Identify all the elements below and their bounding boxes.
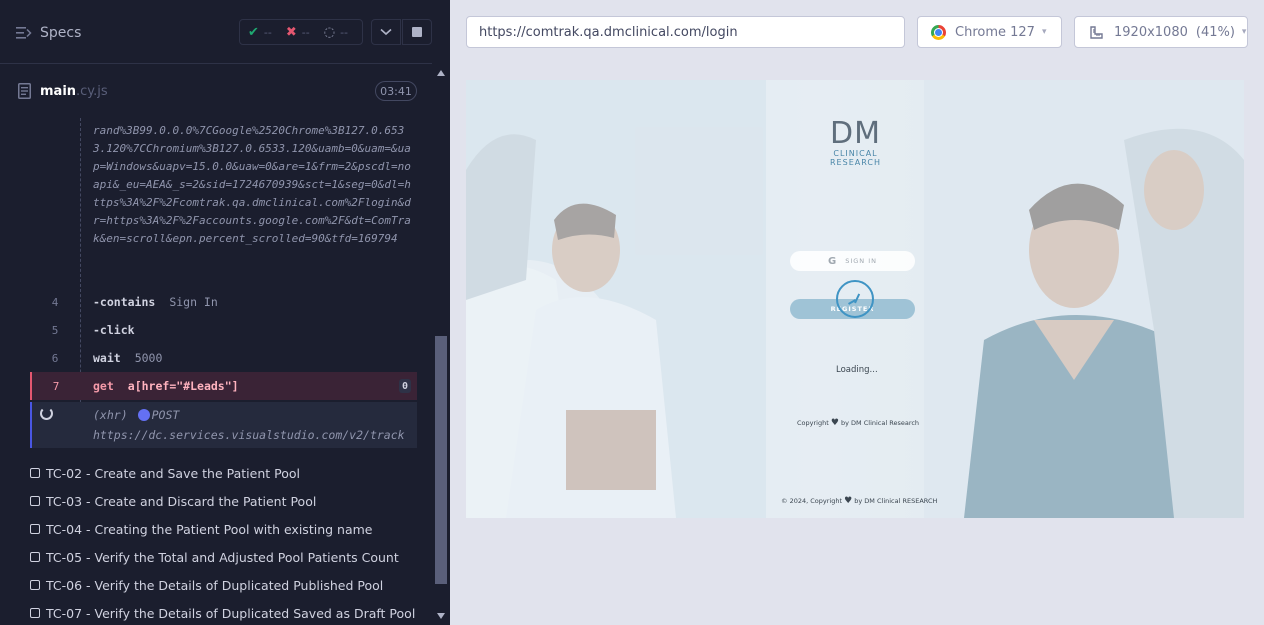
command-name: -click [93, 323, 135, 337]
loading-text: Loading... [836, 365, 878, 375]
test-item[interactable]: TC-03 - Create and Discard the Patient P… [30, 491, 316, 511]
test-status-icon [30, 608, 40, 618]
browser-selector[interactable]: Chrome 127 ▾ [917, 16, 1062, 48]
scrollbar-thumb[interactable] [435, 336, 447, 584]
google-icon: G [827, 255, 838, 267]
test-item[interactable]: TC-07 - Verify the Details of Duplicated… [30, 603, 415, 623]
google-sign-in-label: SIGN IN [845, 257, 877, 265]
chevron-down-icon: ▾ [1041, 27, 1047, 37]
reporter-header: Specs ✔ -- ✖ -- ◌ -- [0, 0, 432, 64]
test-status-icon [30, 580, 40, 590]
spec-file-basename: main [40, 84, 77, 99]
loading-spinner-icon [40, 407, 53, 420]
viewport-size: 1920x1080 [1114, 24, 1188, 40]
dm-logo: DM CLINICAL RESEARCH [808, 116, 903, 167]
command-name: get [93, 379, 114, 393]
command-row[interactable]: 5 -click [30, 316, 417, 344]
xhr-method: POST [151, 408, 180, 422]
command-row[interactable]: 4 -contains Sign In [30, 288, 417, 316]
footer-copyright: © 2024, Copyright ♥ by DM Clinical RESEA… [781, 496, 937, 506]
command-name: -contains [93, 295, 156, 309]
google-sign-in-button[interactable]: G SIGN IN [790, 251, 915, 271]
duration-badge: 03:41 [375, 81, 417, 101]
scroll-up-icon[interactable] [437, 70, 445, 76]
command-row-failed[interactable]: 7 get a[href="#Leads"] 0 [30, 372, 417, 400]
copyright-line: Copyright ♥ by DM Clinical Research [797, 418, 919, 428]
test-title: TC-03 - Create and Discard the Patient P… [46, 493, 317, 509]
ruler-icon [1090, 26, 1103, 39]
chevron-down-icon: ▾ [1241, 27, 1247, 37]
reporter-scrollbar[interactable] [432, 64, 450, 625]
element-count-badge: 0 [399, 379, 411, 393]
xhr-url: https://dc.services.visualstudio.com/v2/… [93, 428, 405, 442]
test-item[interactable]: TC-05 - Verify the Total and Adjusted Po… [30, 547, 399, 567]
chevron-down-icon [380, 28, 392, 36]
copyright-text: © 2024, Copyright [781, 497, 843, 505]
command-message: a[href="#Leads"] [127, 379, 239, 393]
aut-iframe[interactable]: DM CLINICAL RESEARCH G SIGN IN REGISTER … [466, 80, 1244, 518]
test-item[interactable]: TC-02 - Create and Save the Patient Pool [30, 463, 300, 483]
aut-url-bar[interactable]: https://comtrak.qa.dmclinical.com/login [466, 16, 905, 48]
passed-count: -- [263, 25, 272, 39]
test-status-icon [30, 524, 40, 534]
command-row[interactable]: 6 wait 5000 [30, 344, 417, 372]
spec-file-row[interactable]: main.cy.js 03:41 [0, 76, 432, 108]
failed-stat: ✖ -- [286, 25, 310, 40]
logo-subtitle: CLINICAL RESEARCH [830, 149, 881, 167]
test-title: TC-05 - Verify the Total and Adjusted Po… [46, 549, 399, 565]
pending-dot-icon [137, 409, 150, 421]
command-number: 4 [51, 295, 59, 309]
document-icon [18, 83, 31, 99]
test-title: TC-06 - Verify the Details of Duplicated… [46, 577, 384, 593]
command-number: 5 [51, 323, 59, 337]
zoom-level: (41%) [1195, 24, 1235, 40]
test-status-icon [30, 552, 40, 562]
chrome-icon [931, 24, 946, 40]
heart-icon: ♥ [830, 418, 839, 428]
stop-button[interactable] [402, 19, 432, 45]
heart-icon: ♥ [844, 496, 853, 506]
toggle-auto-scroll-button[interactable] [371, 19, 401, 45]
copyright-text: Copyright [797, 419, 829, 427]
test-title: TC-04 - Creating the Patient Pool with e… [46, 521, 373, 537]
test-status-icon [30, 468, 40, 478]
reporter-panel: Specs ✔ -- ✖ -- ◌ -- main.cy.js 03:41 us&sr… [0, 0, 450, 625]
check-icon: ✔ [248, 24, 259, 40]
command-number: 7 [52, 379, 60, 393]
command-number: 6 [51, 351, 59, 365]
copyright-text: by DM Clinical RESEARCH [854, 497, 938, 505]
xhr-label: (xhr) POST [93, 408, 179, 422]
spec-file-name: main.cy.js [40, 84, 108, 99]
xhr-command-row[interactable]: (xhr) POST https://dc.services.visualstud… [30, 402, 417, 448]
stop-icon [412, 27, 422, 37]
test-title: TC-02 - Create and Save the Patient Pool [46, 465, 301, 481]
xhr-type: (xhr) [93, 408, 128, 422]
command-message: Sign In [169, 295, 218, 309]
test-title: TC-07 - Verify the Details of Duplicated… [46, 605, 416, 621]
command-url-text: us&sr=1920x1080&uaa=x86&uab=64&uafvl=Not… [93, 118, 411, 245]
scroll-down-icon[interactable] [437, 613, 445, 619]
test-stats: ✔ -- ✖ -- ◌ -- [239, 19, 363, 45]
test-item[interactable]: TC-04 - Creating the Patient Pool with e… [30, 519, 372, 539]
x-icon: ✖ [285, 24, 297, 40]
specs-title: Specs [40, 25, 82, 41]
specs-menu-button[interactable]: Specs [16, 22, 81, 44]
command-message: 5000 [134, 351, 163, 365]
copyright-text: by DM Clinical Research [841, 419, 920, 427]
pending-stat: ◌ -- [324, 25, 348, 40]
logo-text: DM [830, 116, 881, 151]
command-log: us&sr=1920x1080&uaa=x86&uab=64&uafvl=Not… [30, 118, 417, 448]
failed-count: -- [301, 25, 310, 39]
menu-icon [16, 27, 32, 39]
test-status-icon [30, 496, 40, 506]
pending-count: -- [340, 25, 349, 39]
browser-name: Chrome 127 [955, 24, 1035, 40]
passed-stat: ✔ -- [248, 25, 272, 40]
command-name: wait [93, 351, 121, 365]
spinner-icon: ◌ [323, 24, 336, 40]
viewport-selector[interactable]: 1920x1080 (41%) ▾ [1074, 16, 1248, 48]
clock-spinner-icon [836, 280, 874, 318]
spec-file-ext: .cy.js [76, 84, 108, 99]
test-item[interactable]: TC-06 - Verify the Details of Duplicated… [30, 575, 383, 595]
